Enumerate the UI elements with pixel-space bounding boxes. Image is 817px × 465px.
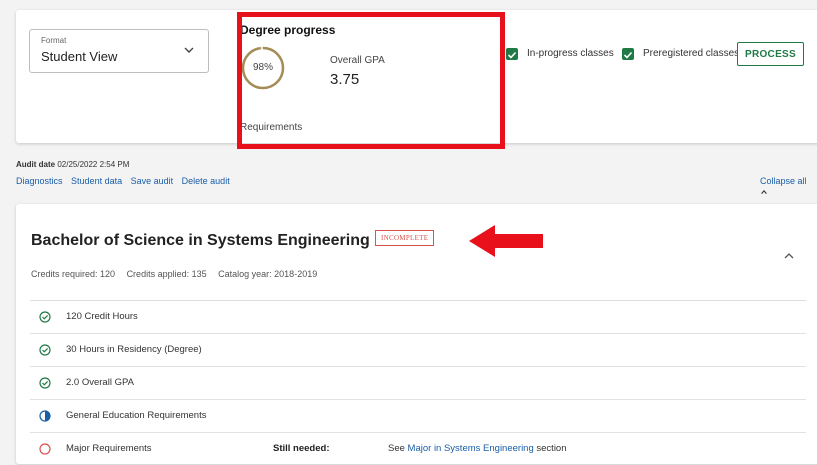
overall-gpa-label: Overall GPA <box>330 55 385 66</box>
complete-check-icon <box>39 344 51 356</box>
audit-summary-card: Format Student View Degree progress 98% … <box>16 10 817 149</box>
chevron-down-icon <box>184 47 194 53</box>
collapse-all-label: Collapse all <box>760 176 807 186</box>
format-select-label: Format <box>41 36 67 45</box>
in-progress-checkbox[interactable] <box>506 48 518 60</box>
requirement-name: 30 Hours in Residency (Degree) <box>66 344 202 355</box>
complete-check-icon <box>39 377 51 389</box>
process-button[interactable]: PROCESS <box>737 42 804 66</box>
delete-audit-link[interactable]: Delete audit <box>182 176 230 186</box>
annotation-arrow-icon <box>469 225 543 257</box>
checkmark-icon <box>623 51 633 59</box>
format-select[interactable]: Format Student View <box>29 29 209 73</box>
requirement-row[interactable]: 2.0 Overall GPA <box>30 366 806 399</box>
requirement-row[interactable]: General Education Requirements <box>30 399 806 432</box>
format-select-value: Student View <box>41 49 118 64</box>
requirement-name: General Education Requirements <box>66 410 207 421</box>
collapse-all-link[interactable]: Collapse all <box>760 176 817 196</box>
complete-check-icon <box>39 311 51 323</box>
chevron-up-icon[interactable] <box>782 249 796 263</box>
degree-title: Bachelor of Science in Systems Engineeri… <box>31 232 370 249</box>
overall-gpa-value: 3.75 <box>330 71 360 88</box>
degree-meta: Credits required: 120 Credits applied: 1… <box>31 269 326 279</box>
in-progress-half-circle-icon <box>39 410 51 422</box>
requirement-row[interactable]: 120 Credit Hours <box>30 300 806 333</box>
audit-action-links: Diagnostics Student data Save audit Dele… <box>16 176 236 186</box>
requirement-name: Major Requirements <box>66 443 152 454</box>
diagnostics-link[interactable]: Diagnostics <box>16 176 63 186</box>
still-needed-detail: See Major in Systems Engineering section <box>388 443 567 454</box>
requirement-row[interactable]: 30 Hours in Residency (Degree) <box>30 333 806 366</box>
in-progress-label: In-progress classes <box>527 48 614 59</box>
requirement-row[interactable]: Major Requirements Still needed: See Maj… <box>30 432 806 465</box>
requirement-name: 2.0 Overall GPA <box>66 377 134 388</box>
chevron-up-icon <box>761 189 767 194</box>
degree-progress-title: Degree progress <box>240 23 336 37</box>
audit-date: Audit date 02/25/2022 2:54 PM <box>16 160 129 169</box>
see-prefix: See <box>388 443 405 454</box>
audit-date-value: 02/25/2022 2:54 PM <box>57 160 130 169</box>
audit-date-label: Audit date <box>16 160 56 169</box>
preregistered-checkbox[interactable] <box>622 48 634 60</box>
requirements-label: Requirements <box>240 122 303 133</box>
credits-applied: Credits applied: 135 <box>126 269 207 279</box>
progress-percent: 98% <box>252 62 273 73</box>
requirement-name: 120 Credit Hours <box>66 311 138 322</box>
save-audit-link[interactable]: Save audit <box>131 176 174 186</box>
major-section-link[interactable]: Major in Systems Engineering <box>408 443 534 454</box>
credits-required: Credits required: 120 <box>31 269 116 279</box>
status-badge: INCOMPLETE <box>375 230 435 246</box>
requirements-list: 120 Credit Hours 30 Hours in Residency (… <box>30 300 806 465</box>
still-needed-label: Still needed: <box>273 443 330 454</box>
degree-progress-panel: Degree progress 98% Overall GPA 3.75 Req… <box>240 23 494 141</box>
see-suffix: section <box>536 443 567 454</box>
catalog-year: Catalog year: 2018-2019 <box>218 269 318 279</box>
checkmark-icon <box>507 51 517 59</box>
degree-block-card: Bachelor of Science in Systems Engineeri… <box>16 204 817 464</box>
incomplete-circle-icon <box>39 443 51 455</box>
preregistered-label: Preregistered classes <box>643 48 740 59</box>
student-data-link[interactable]: Student data <box>71 176 122 186</box>
